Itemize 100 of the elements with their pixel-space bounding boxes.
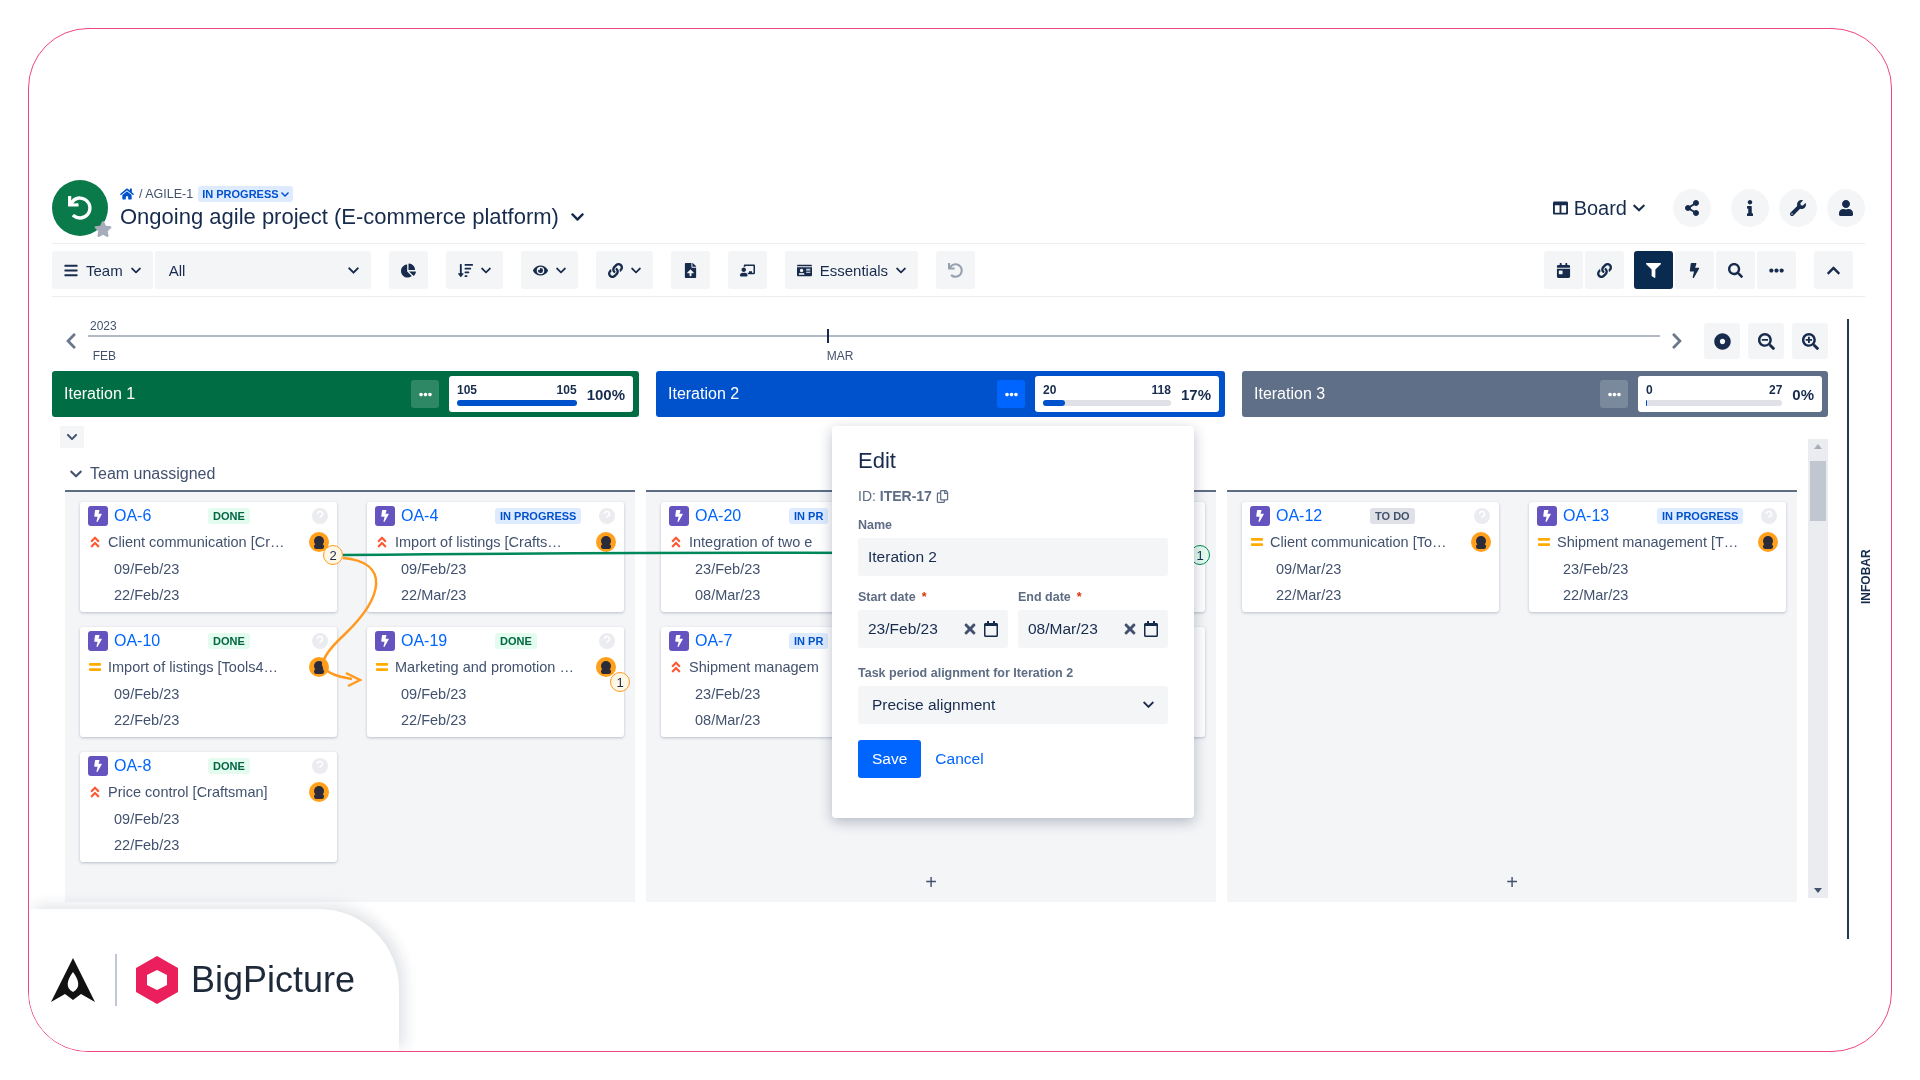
clear-icon[interactable]	[1124, 621, 1136, 637]
status-lozenge: IN PR	[789, 508, 829, 524]
view-dropdown[interactable]: Board	[1546, 195, 1651, 221]
start-date: 09/Feb/23	[401, 685, 467, 704]
cancel-button[interactable]: Cancel	[935, 750, 984, 768]
iteration-id: ID: ITER-17	[858, 488, 932, 504]
share-button[interactable]	[1673, 189, 1711, 227]
name-field[interactable]: Iteration 2	[858, 538, 1168, 576]
field-label: Task period alignment for Iteration 2	[858, 666, 1074, 680]
task-summary: Client communication [To…	[1270, 534, 1447, 550]
link-button[interactable]	[1585, 251, 1624, 289]
iteration-bar[interactable]: Iteration 3 0 27 0%	[1242, 371, 1828, 417]
end-date: 22/Feb/23	[114, 711, 180, 730]
start-date: 23/Feb/23	[695, 560, 761, 579]
expand-button[interactable]	[60, 426, 84, 448]
zoom-out-button[interactable]	[1748, 323, 1784, 359]
filter-select[interactable]: All	[154, 251, 371, 289]
upload-button[interactable]	[670, 251, 710, 289]
lightning-icon	[1537, 506, 1557, 526]
iteration-bar[interactable]: Iteration 1 105 105 100%	[52, 371, 639, 417]
month-label: MAR	[826, 349, 854, 363]
info-button[interactable]	[1731, 189, 1769, 227]
automation-button[interactable]	[1675, 251, 1714, 289]
chevron-down-icon	[66, 431, 78, 443]
group-header[interactable]: Team unassigned	[52, 462, 216, 486]
task-summary: Marketing and promotion …	[395, 659, 574, 675]
required-mark: *	[921, 590, 927, 604]
lightning-icon	[1687, 262, 1702, 278]
search-button[interactable]	[1716, 251, 1755, 289]
zoom-in-button[interactable]	[1792, 323, 1828, 359]
year-label: 2023	[90, 319, 117, 333]
status-dropdown[interactable]: IN PROGRESS	[198, 186, 293, 202]
sort-button[interactable]	[445, 251, 503, 289]
search-icon	[1728, 262, 1743, 278]
end-date-field[interactable]: 08/Mar/23	[1018, 610, 1168, 648]
add-button[interactable]: +	[1502, 869, 1522, 896]
add-button[interactable]: +	[921, 869, 941, 896]
project-title[interactable]: Ongoing agile project (E-commerce platform)	[120, 204, 1535, 230]
avatar	[596, 657, 616, 677]
iteration-name: Iteration 2	[668, 385, 740, 403]
home-icon[interactable]	[120, 187, 134, 201]
lightning-icon	[88, 506, 108, 526]
chart-button[interactable]	[388, 251, 428, 289]
filter-button[interactable]	[1634, 251, 1673, 289]
filter-icon	[1646, 262, 1661, 278]
task-summary: Import of listings [Tools4…	[108, 659, 279, 675]
iteration-name: Iteration 1	[64, 385, 136, 403]
issue-key-link[interactable]: OA-12	[1276, 507, 1364, 525]
task-summary: Integration of two e	[689, 534, 813, 550]
settings-button[interactable]	[1779, 189, 1817, 227]
iteration-bar[interactable]: Iteration 2 20 118 17%	[656, 371, 1225, 417]
visibility-button[interactable]	[520, 251, 578, 289]
undo-button[interactable]	[936, 251, 976, 289]
end-date: 22/Feb/23	[114, 586, 180, 605]
alignment-select[interactable]: Precise alignment	[858, 686, 1168, 724]
issue-key-link[interactable]: OA-6	[114, 507, 202, 525]
target-icon	[1713, 332, 1731, 350]
link-button[interactable]	[595, 251, 653, 289]
start-date: 09/Feb/23	[401, 560, 467, 579]
issue-key-link[interactable]: OA-7	[695, 632, 783, 650]
today-button[interactable]	[1704, 323, 1740, 359]
copy-icon[interactable]	[935, 489, 949, 503]
status-lozenge: IN PROGRESS	[495, 508, 582, 524]
group-by-dropdown[interactable]: Team	[52, 251, 153, 289]
preset-dropdown[interactable]: Essentials	[784, 251, 919, 289]
end-date: 08/Mar/23	[695, 586, 761, 605]
progress-percent: 0%	[1792, 385, 1814, 403]
zoom-out-icon	[1757, 332, 1775, 350]
lightning-icon	[88, 756, 108, 776]
start-date: 09/Feb/23	[114, 560, 180, 579]
more-button[interactable]	[411, 380, 439, 408]
calendar-icon[interactable]	[984, 621, 998, 637]
user-button[interactable]	[1827, 189, 1865, 227]
issue-key-link[interactable]: OA-10	[114, 632, 202, 650]
presentation-button[interactable]	[727, 251, 767, 289]
end-date: 08/Mar/23	[695, 711, 761, 730]
more-button[interactable]	[1600, 380, 1628, 408]
lightning-icon	[88, 631, 108, 651]
issue-key-link[interactable]: OA-19	[401, 632, 489, 650]
lightning-icon	[669, 506, 689, 526]
end-date: 22/Mar/23	[1563, 586, 1629, 605]
save-button[interactable]: Save	[858, 740, 922, 778]
issue-key-link[interactable]: OA-8	[114, 757, 202, 775]
issue-key-link[interactable]: OA-20	[695, 507, 783, 525]
start-date-field[interactable]: 23/Feb/23	[858, 610, 1008, 648]
collapse-button[interactable]	[1814, 251, 1853, 289]
calendar-icon[interactable]	[1144, 621, 1158, 637]
breadcrumb-link[interactable]: / AGILE-1	[139, 187, 194, 201]
clear-icon[interactable]	[964, 621, 976, 637]
avatar	[309, 532, 329, 552]
infobar-tab[interactable]: INFOBAR	[1859, 547, 1873, 607]
issue-key-link[interactable]: OA-13	[1563, 507, 1651, 525]
more-button[interactable]	[997, 380, 1025, 408]
calendar-button[interactable]	[1544, 251, 1583, 289]
lightning-icon	[375, 506, 395, 526]
avatar	[596, 532, 616, 552]
upload-icon	[682, 262, 698, 278]
issue-key-link[interactable]: OA-4	[401, 507, 489, 525]
question-icon	[311, 632, 329, 650]
start-date: 23/Feb/23	[1563, 560, 1629, 579]
